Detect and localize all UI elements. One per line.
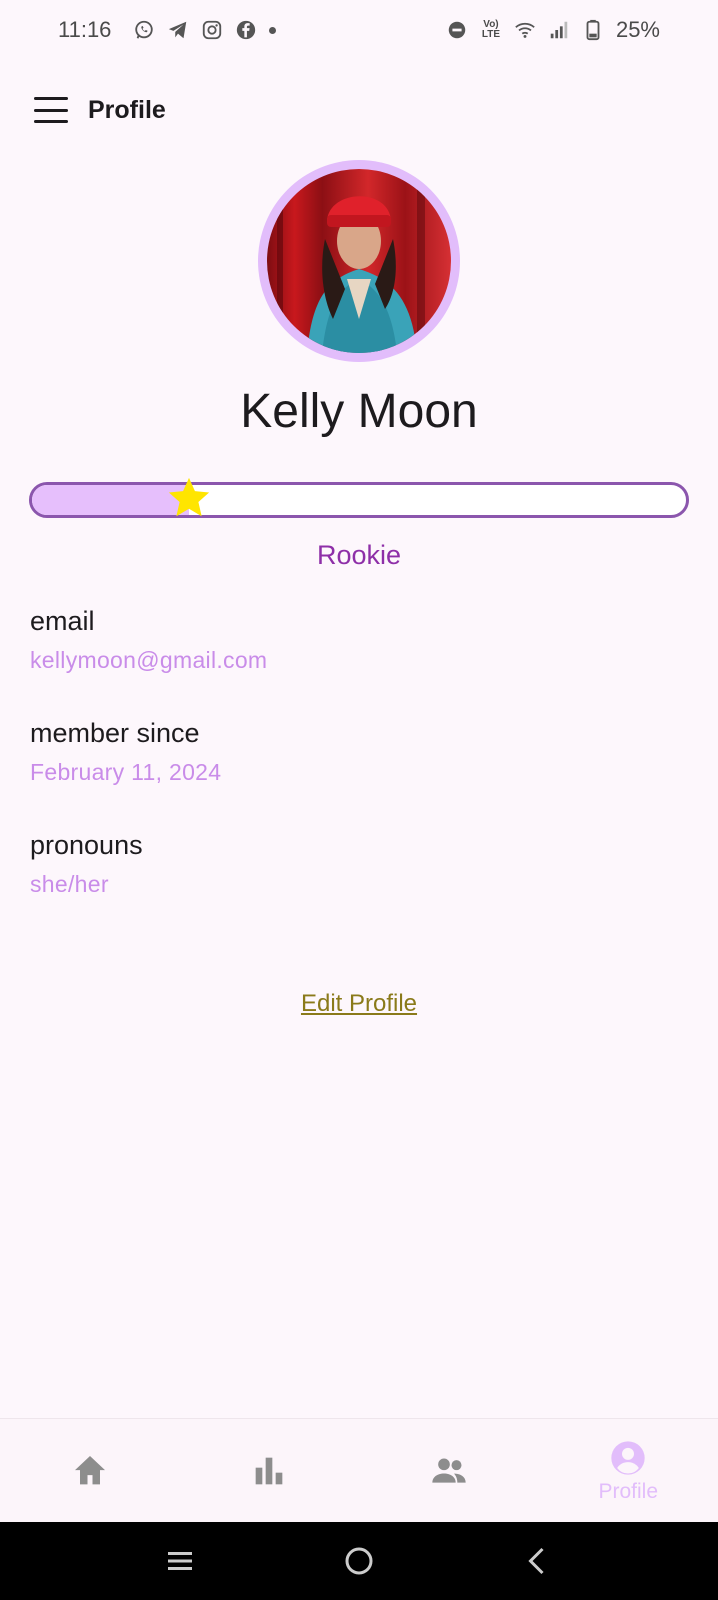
member-since-label: member since [30, 718, 200, 748]
whatsapp-icon [133, 19, 155, 41]
recents-icon[interactable] [160, 1541, 200, 1581]
telegram-icon [167, 19, 189, 41]
back-icon[interactable] [518, 1541, 558, 1581]
status-bar: 11:16 Vo) LTE 25% [0, 0, 718, 60]
bar-chart-icon [255, 1457, 283, 1484]
level-progress-bar [29, 477, 689, 518]
facebook-icon [235, 19, 257, 41]
pronouns-value: she/her [30, 871, 109, 897]
profile-photo [267, 169, 451, 353]
do-not-disturb-icon [446, 19, 468, 41]
home-icon [74, 1455, 105, 1484]
page-title: Profile [88, 95, 166, 124]
email-value: kellymoon@gmail.com [30, 647, 268, 673]
people-icon [432, 1458, 466, 1483]
profile-photo-illustration [277, 169, 425, 353]
battery-percent: 25% [615, 17, 660, 42]
star-icon [168, 477, 210, 517]
nav-item-people[interactable] [359, 1419, 539, 1522]
nav-item-stats[interactable] [180, 1419, 360, 1522]
nav-label-profile: Profile [598, 1479, 659, 1503]
instagram-icon [201, 19, 223, 41]
member-since-value: February 11, 2024 [30, 759, 222, 785]
nav-item-profile[interactable]: Profile [539, 1419, 718, 1522]
home-circle-icon[interactable] [339, 1541, 379, 1581]
signal-icon [548, 19, 570, 41]
edit-profile-link[interactable]: Edit Profile [0, 990, 718, 1018]
nav-item-home[interactable] [0, 1419, 180, 1522]
system-navigation-bar [0, 1522, 718, 1600]
status-bar-right: Vo) LTE 25% [446, 17, 660, 43]
account-circle-icon [611, 1440, 645, 1475]
hamburger-menu-icon[interactable] [34, 97, 68, 123]
bottom-navigation: Profile [0, 1418, 718, 1522]
battery-icon [582, 19, 604, 41]
pronouns-label: pronouns [30, 830, 143, 860]
status-bar-left: 11:16 [58, 17, 277, 43]
rank-label: Rookie [316, 540, 402, 570]
status-time: 11:16 [58, 17, 112, 42]
email-label: email [30, 606, 95, 636]
profile-name: Kelly Moon [240, 385, 478, 438]
app-bar: Profile [0, 78, 718, 142]
email-field: email kellymoon@gmail.com [30, 606, 267, 674]
notification-dot-icon [269, 26, 277, 34]
pronouns-field: pronouns she/her [30, 830, 143, 898]
avatar [258, 160, 460, 362]
member-since-field: member since February 11, 2024 [30, 718, 221, 786]
wifi-icon [514, 19, 536, 41]
volte-icon: Vo) LTE [481, 19, 501, 40]
